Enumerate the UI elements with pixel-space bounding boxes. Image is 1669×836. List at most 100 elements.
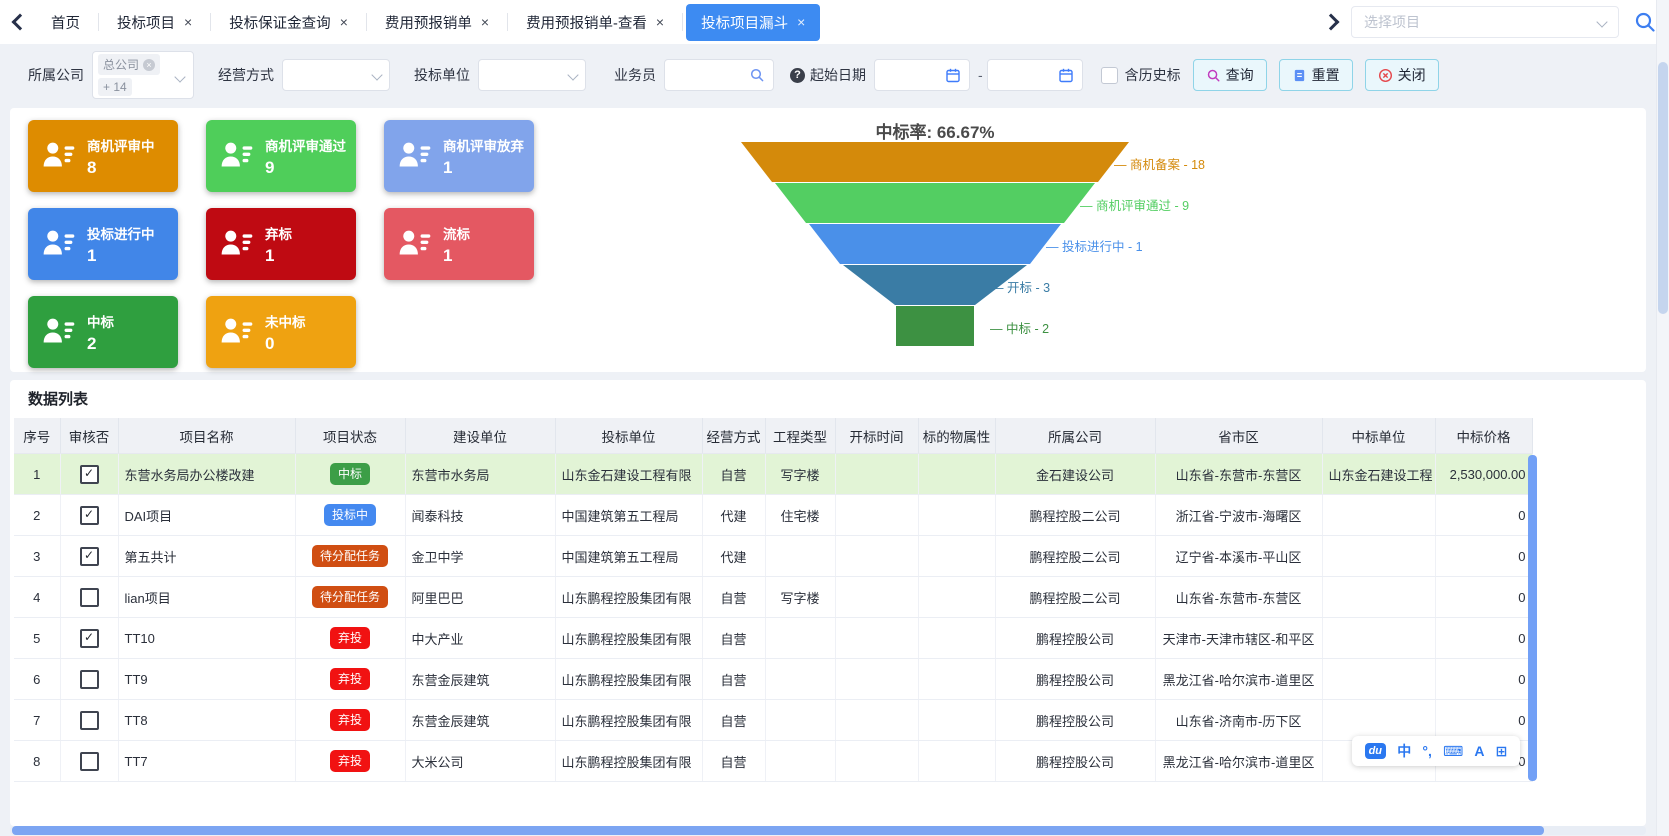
table-row[interactable]: 4lian项目待分配任务阿里巴巴山东鹏程控股集团有限自营写字楼鹏程控股二公司山东… [14, 577, 1532, 618]
search-icon[interactable] [1633, 10, 1657, 34]
horizontal-scrollbar-thumb[interactable] [12, 826, 1544, 835]
col-header-标的物属性[interactable]: 标的物属性 [918, 418, 995, 454]
scroll-tabs-right-icon[interactable] [1323, 14, 1340, 31]
stat-card-商机评审中[interactable]: 商机评审中8 [28, 120, 178, 192]
ime-menu-grid-icon[interactable]: ⊞ [1496, 743, 1508, 760]
col-header-建设单位[interactable]: 建设单位 [405, 418, 555, 454]
table-vertical-scrollbar[interactable] [1528, 455, 1537, 781]
close-button-label: 关闭 [1398, 65, 1426, 85]
row-checkbox[interactable] [80, 711, 99, 730]
row-checkbox[interactable] [80, 752, 99, 771]
col-header-项目名称[interactable]: 项目名称 [118, 418, 295, 454]
col-header-中标单位[interactable]: 中标单位 [1322, 418, 1435, 454]
cell-open_time [835, 577, 918, 618]
tab-close-icon[interactable]: × [184, 15, 192, 29]
page-scrollbar-thumb[interactable] [1658, 62, 1668, 314]
row-checkbox[interactable]: ✓ [80, 465, 99, 484]
table-row[interactable]: 8TT7弃投大米公司山东鹏程控股集团有限自营鹏程控股公司黑龙江省-哈尔滨市-道里… [14, 741, 1532, 782]
tab-投标保证金查询[interactable]: 投标保证金查询× [214, 4, 363, 41]
cell-region: 天津市-天津市辖区-和平区 [1155, 618, 1322, 659]
col-header-工程类型[interactable]: 工程类型 [765, 418, 835, 454]
stat-card-弃标[interactable]: 弃标1 [206, 208, 356, 280]
status-badge: 投标中 [324, 504, 376, 526]
cell-mode: 自营 [702, 577, 765, 618]
stat-card-商机评审通过[interactable]: 商机评审通过9 [206, 120, 356, 192]
card-label: 商机评审中 [87, 135, 155, 155]
end-date-input[interactable] [987, 59, 1083, 91]
tab-close-icon[interactable]: × [656, 15, 664, 29]
reset-button[interactable]: 重置 [1279, 59, 1353, 91]
col-header-所属公司[interactable]: 所属公司 [995, 418, 1155, 454]
cell-open_time [835, 618, 918, 659]
bid-unit-select[interactable] [478, 59, 586, 91]
col-header-审核否[interactable]: 审核否 [60, 418, 118, 454]
table-row[interactable]: 6TT9弃投东营金辰建筑山东鹏程控股集团有限自营鹏程控股公司黑龙江省-哈尔滨市-… [14, 659, 1532, 700]
table-row[interactable]: 5✓TT10弃投中大产业山东鹏程控股集团有限自营鹏程控股公司天津市-天津市辖区-… [14, 618, 1532, 659]
col-header-项目状态[interactable]: 项目状态 [295, 418, 405, 454]
table-row[interactable]: 3✓第五共计待分配任务金卫中学中国建筑第五工程局代建鹏程控股二公司辽宁省-本溪市… [14, 536, 1532, 577]
stat-card-流标[interactable]: 流标1 [384, 208, 534, 280]
cell-status: 中标 [295, 454, 405, 495]
col-header-序号[interactable]: 序号 [14, 418, 60, 454]
chevron-down-icon [1596, 16, 1607, 27]
project-select[interactable]: 选择项目 [1351, 6, 1619, 38]
tab-费用预报销单-查看[interactable]: 费用预报销单-查看× [511, 4, 679, 41]
cell-status: 弃投 [295, 741, 405, 782]
col-header-省市区[interactable]: 省市区 [1155, 418, 1322, 454]
tab-close-icon[interactable]: × [797, 15, 805, 29]
tab-投标项目[interactable]: 投标项目× [102, 4, 207, 41]
history-checkbox[interactable] [1101, 67, 1118, 84]
scroll-tabs-left-icon[interactable] [12, 14, 29, 31]
company-more-tag[interactable]: + 14 [98, 78, 132, 96]
row-checkbox[interactable] [80, 670, 99, 689]
tab-close-icon[interactable]: × [340, 15, 348, 29]
col-header-开标时间[interactable]: 开标时间 [835, 418, 918, 454]
cell-win_unit [1322, 659, 1435, 700]
close-button[interactable]: 关闭 [1365, 59, 1439, 91]
company-select[interactable]: 总公司× + 14 [92, 51, 194, 99]
cell-region: 山东省-东营市-东营区 [1155, 454, 1322, 495]
search-button[interactable]: 查询 [1193, 59, 1267, 91]
start-date-input[interactable] [874, 59, 970, 91]
remove-tag-icon[interactable]: × [143, 59, 155, 71]
row-checkbox[interactable]: ✓ [80, 629, 99, 648]
horizontal-scrollbar-track[interactable] [10, 826, 1646, 835]
stat-card-中标[interactable]: 中标2 [28, 296, 178, 368]
status-badge: 中标 [330, 463, 370, 485]
stat-card-未中标[interactable]: 未中标0 [206, 296, 356, 368]
salesman-input[interactable] [664, 59, 774, 91]
col-header-中标价格[interactable]: 中标价格 [1435, 418, 1532, 454]
cell-mode: 自营 [702, 618, 765, 659]
help-icon[interactable]: ? [790, 68, 805, 83]
stat-card-投标进行中[interactable]: 投标进行中1 [28, 208, 178, 280]
tab-close-icon[interactable]: × [481, 15, 489, 29]
cell-checked [60, 577, 118, 618]
table-row[interactable]: 2✓DAI项目投标中闻泰科技中国建筑第五工程局代建住宅楼鹏程控股二公司浙江省-宁… [14, 495, 1532, 536]
cell-checked: ✓ [60, 536, 118, 577]
cell-open_time [835, 700, 918, 741]
table-row[interactable]: 7TT8弃投东营金辰建筑山东鹏程控股集团有限自营鹏程控股公司山东省-济南市-历下… [14, 700, 1532, 741]
row-checkbox[interactable] [80, 588, 99, 607]
punctuation-mode-icon[interactable]: °, [1422, 743, 1432, 759]
font-style-icon[interactable]: A [1474, 743, 1484, 759]
table-row[interactable]: 1✓东营水务局办公楼改建中标东营市水务局山东金石建设工程有限自营写字楼金石建设公… [14, 454, 1532, 495]
page-scrollbar-track[interactable] [1656, 0, 1669, 836]
cell-type [765, 700, 835, 741]
soft-keyboard-icon[interactable]: ⌨ [1443, 743, 1463, 760]
col-header-经营方式[interactable]: 经营方式 [702, 418, 765, 454]
company-tag[interactable]: 总公司× [98, 54, 160, 75]
col-header-投标单位[interactable]: 投标单位 [555, 418, 702, 454]
stat-card-商机评审放弃[interactable]: 商机评审放弃1 [384, 120, 534, 192]
tab-费用预报销单[interactable]: 费用预报销单× [370, 4, 504, 41]
card-label: 弃标 [265, 223, 292, 243]
tab-投标项目漏斗[interactable]: 投标项目漏斗× [686, 4, 820, 41]
row-checkbox[interactable]: ✓ [80, 547, 99, 566]
chinese-input-mode-icon[interactable]: 中 [1397, 741, 1411, 761]
cell-no: 6 [14, 659, 60, 700]
cell-builder: 阿里巴巴 [405, 577, 555, 618]
cell-status: 弃投 [295, 700, 405, 741]
mode-select[interactable] [282, 59, 390, 91]
tab-首页[interactable]: 首页 [36, 4, 95, 41]
baidu-ime-logo[interactable]: du [1365, 743, 1386, 759]
row-checkbox[interactable]: ✓ [80, 506, 99, 525]
